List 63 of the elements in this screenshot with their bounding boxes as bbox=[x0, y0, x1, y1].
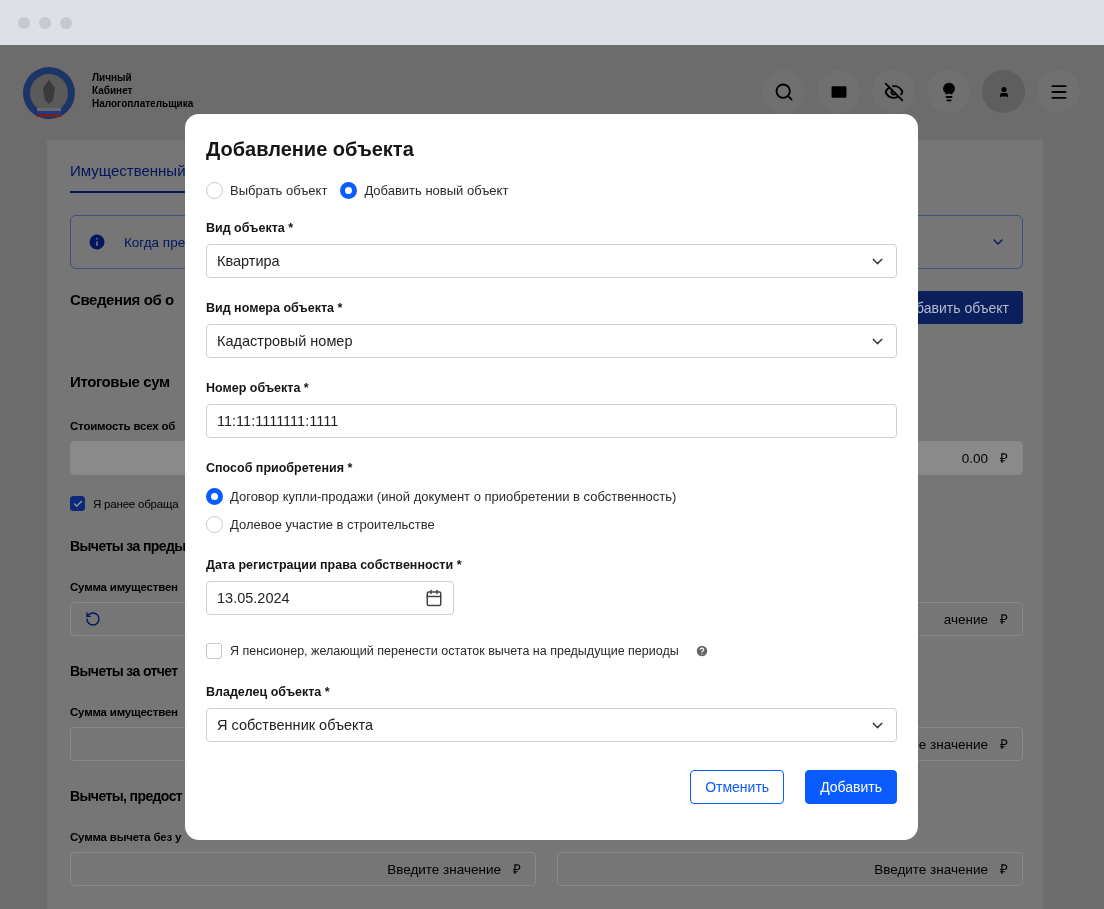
ruble-sign: ₽ bbox=[1000, 611, 1008, 628]
field-label: Номер объекта * bbox=[206, 381, 310, 395]
field-label: Вид номера объекта * bbox=[206, 301, 344, 315]
field-placeholder: Введите значение bbox=[387, 861, 501, 877]
field-label: Стоимость всех об bbox=[70, 420, 176, 432]
refresh-icon[interactable] bbox=[85, 611, 101, 627]
checkbox[interactable] bbox=[70, 496, 85, 511]
section-title: Вычеты за отчет bbox=[70, 663, 178, 679]
ruble-sign: ₽ bbox=[1000, 736, 1008, 753]
window-dot bbox=[60, 16, 72, 29]
field-label: Сумма имуществен bbox=[70, 706, 178, 718]
calendar-icon[interactable] bbox=[425, 589, 443, 607]
info-icon bbox=[87, 232, 107, 252]
amount-field[interactable]: Введите значение ₽ bbox=[70, 852, 536, 886]
logo-text: Личный bbox=[92, 71, 132, 84]
field-placeholder: ачение bbox=[943, 611, 988, 627]
amount-field[interactable]: Введите значение ₽ bbox=[557, 852, 1023, 886]
checkbox-label: Я ранее обраща bbox=[93, 497, 179, 510]
radio-button[interactable] bbox=[206, 488, 223, 505]
field-value: 0.00 bbox=[961, 450, 988, 466]
window-dot bbox=[18, 16, 30, 29]
radio-label[interactable]: Договор купли-продажи (иной документ о приобретении в собственность) bbox=[230, 489, 677, 504]
field-label: Сумма вычета без у bbox=[70, 831, 182, 843]
field-placeholder: е значение bbox=[918, 736, 988, 752]
logo-text: Кабинет bbox=[92, 84, 133, 97]
select-field[interactable]: Я собственник объекта bbox=[206, 708, 897, 742]
user-button[interactable] bbox=[982, 70, 1025, 113]
radio-button[interactable] bbox=[206, 516, 223, 533]
select-field[interactable]: Квартира bbox=[206, 244, 897, 278]
field-label: Сумма имуществен bbox=[70, 581, 178, 593]
radio-label[interactable]: Добавить новый объект bbox=[364, 183, 509, 198]
field-placeholder: Введите значение bbox=[874, 861, 988, 877]
window-dot bbox=[39, 16, 51, 29]
radio-label[interactable]: Долевое участие в строительстве bbox=[230, 517, 435, 532]
field-label: Вид объекта * bbox=[206, 221, 295, 235]
select-field[interactable]: Кадастровый номер bbox=[206, 324, 897, 358]
cancel-button[interactable]: Отменить bbox=[690, 770, 785, 804]
search-icon bbox=[773, 81, 794, 102]
emblem-logo bbox=[22, 65, 76, 120]
field-label: Дата регистрации права собственности * bbox=[206, 558, 463, 572]
ruble-sign: ₽ bbox=[1000, 450, 1008, 467]
logo-text: Налогоплательщика bbox=[92, 97, 194, 110]
radio-label[interactable]: Выбрать объект bbox=[230, 183, 328, 198]
ruble-sign: ₽ bbox=[1000, 861, 1008, 878]
checkbox-label: Я пенсионер, желающий перенести остаток вычета на предыдущие периоды bbox=[230, 644, 679, 658]
user-icon bbox=[997, 85, 1010, 98]
radio-button[interactable] bbox=[206, 182, 223, 199]
field-label: Владелец объекта * bbox=[206, 685, 331, 699]
modal-title: Добавление объекта bbox=[206, 137, 415, 162]
help-icon[interactable] bbox=[694, 644, 709, 658]
eye-off-icon bbox=[883, 81, 904, 102]
section-title: Вычеты за преды bbox=[70, 538, 186, 554]
section-title: Вычеты, предост bbox=[70, 788, 183, 804]
check-icon bbox=[72, 498, 83, 509]
radio-button[interactable] bbox=[340, 182, 358, 199]
date-field[interactable]: 13.05.2024 bbox=[206, 581, 454, 615]
field-label: Способ приобретения * bbox=[206, 461, 354, 475]
input-field[interactable]: 11:11:1111111:1111 bbox=[206, 404, 897, 438]
ruble-sign: ₽ bbox=[513, 861, 521, 878]
add-button[interactable]: Добавить bbox=[805, 770, 897, 804]
section-title: Итоговые сум bbox=[70, 373, 170, 390]
info-text: Когда пре bbox=[124, 234, 186, 250]
section-title: Сведения об о bbox=[70, 291, 174, 308]
